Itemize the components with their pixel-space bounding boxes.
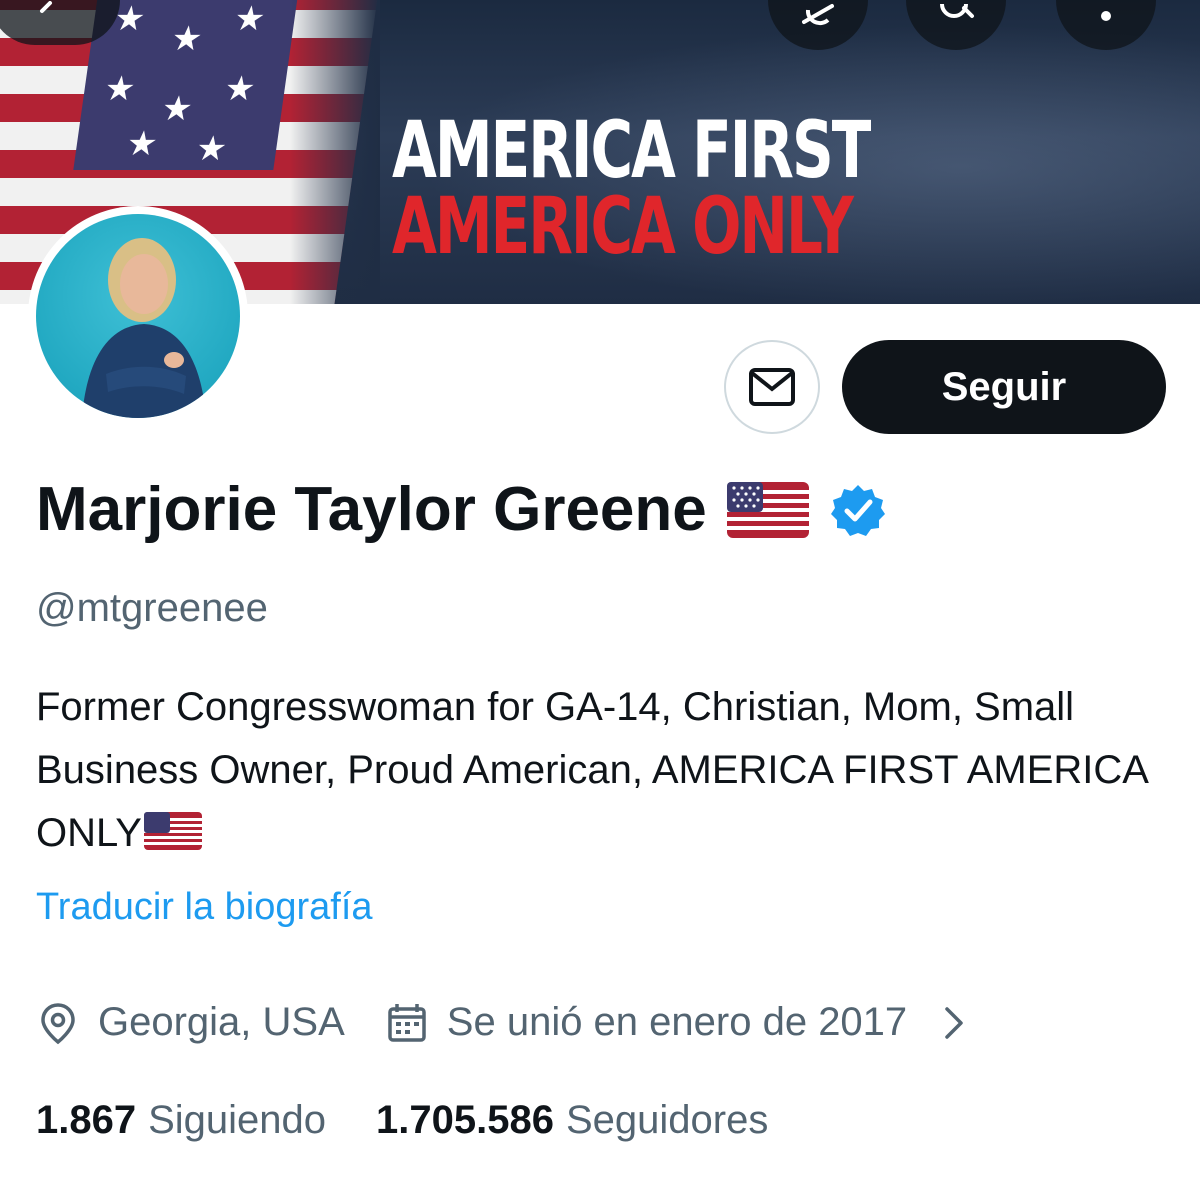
svg-text:★: ★ (169, 19, 205, 59)
translate-bio-link[interactable]: Traducir la biografía (36, 886, 373, 929)
chevron-right-icon[interactable] (937, 1001, 971, 1045)
calendar-icon (388, 1003, 426, 1042)
profile-stats-row: 1.867 Siguiendo 1.705.586 Seguidores (36, 1098, 768, 1143)
bio-text: Former Congresswoman for GA-14, Christia… (36, 685, 1147, 855)
us-flag-icon (726, 481, 809, 538)
profile-name: Marjorie Taylor Greene (36, 475, 707, 544)
following-link[interactable]: 1.867 Siguiendo (36, 1098, 326, 1143)
search-icon (940, 3, 974, 18)
arrow-left-icon (40, 1, 52, 13)
message-button[interactable] (724, 340, 820, 434)
profile-avatar[interactable] (28, 206, 248, 426)
mail-icon (749, 368, 795, 406)
followers-count: 1.705.586 (376, 1098, 554, 1142)
person-silhouette (82, 238, 206, 418)
us-flag-icon (143, 812, 202, 850)
profile-name-row: Marjorie Taylor Greene (36, 474, 885, 545)
profile-join-date[interactable]: Se unió en enero de 2017 (447, 1000, 907, 1045)
svg-text:★: ★ (124, 124, 160, 164)
svg-text:★: ★ (222, 69, 258, 109)
profile-location: Georgia, USA (98, 1000, 345, 1044)
follow-button[interactable]: Seguir (842, 340, 1166, 434)
profile-meta-row: Georgia, USA Se unió en enero de 2017 (36, 1000, 971, 1045)
profile-bio: Former Congresswoman for GA-14, Christia… (36, 676, 1176, 865)
svg-text:★: ★ (159, 89, 195, 129)
avatar-photo (36, 214, 240, 418)
following-label: Siguiendo (148, 1098, 327, 1142)
svg-text:★: ★ (102, 69, 138, 109)
followers-label: Seguidores (566, 1098, 769, 1142)
grok-icon (802, 4, 834, 26)
location-pin-icon (41, 1002, 75, 1044)
verified-badge-icon[interactable] (830, 483, 885, 537)
svg-text:★: ★ (193, 129, 229, 169)
banner-headline-line2: AMERICA ONLY (392, 180, 854, 272)
followers-link[interactable]: 1.705.586 Seguidores (376, 1098, 768, 1143)
profile-handle: @mtgreenee (36, 586, 268, 630)
svg-text:★: ★ (232, 0, 268, 39)
more-vertical-icon (1101, 11, 1111, 21)
following-count: 1.867 (36, 1098, 137, 1142)
